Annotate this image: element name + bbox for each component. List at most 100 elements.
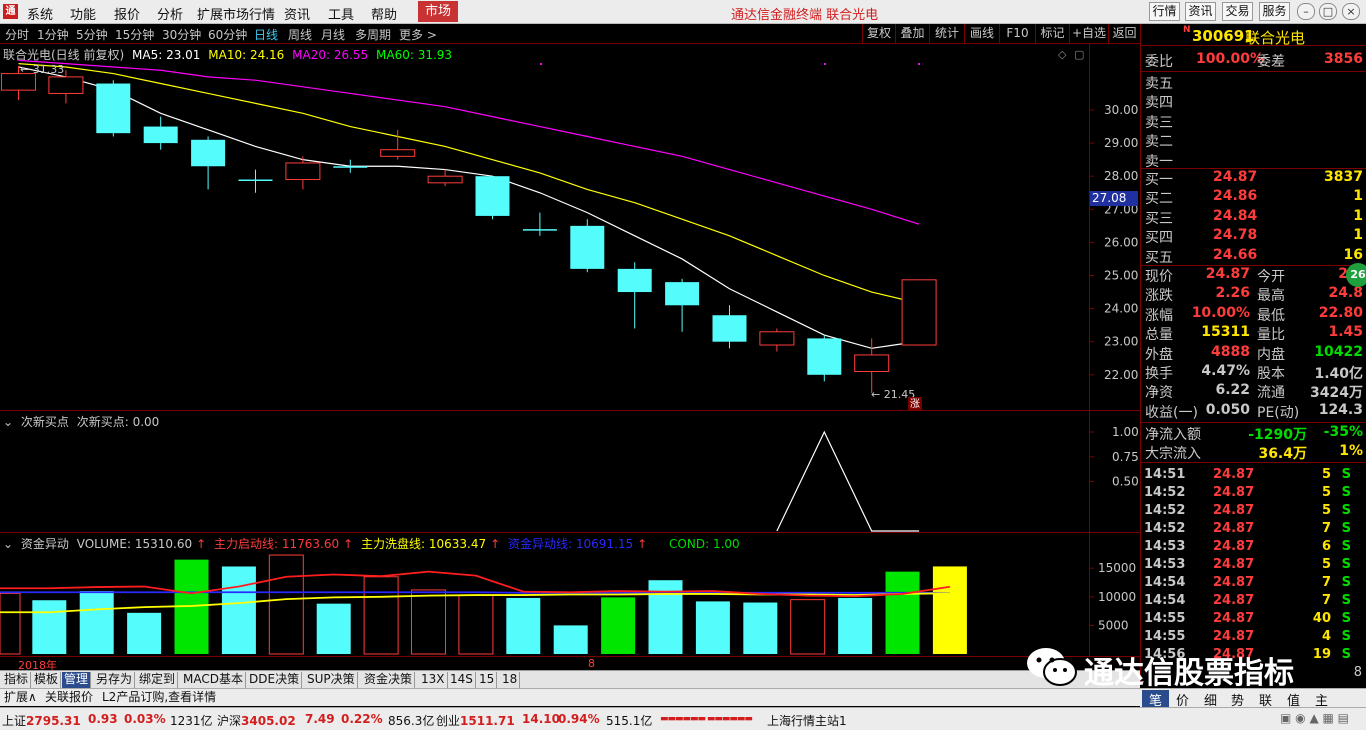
tab-dde[interactable]: DDE决策 [247,672,303,688]
minimize-icon[interactable]: – [1297,3,1315,20]
maximize-icon[interactable]: □ [1319,3,1337,20]
bid-row[interactable]: 买一 24.87 3837 [1141,169,1366,188]
close-icon[interactable]: × [1342,3,1360,20]
cy-index[interactable]: 创业1511.71 [436,712,515,729]
menu-news[interactable]: 资讯 [284,4,310,23]
menu-system[interactable]: 系统 [27,4,53,23]
tab-13x[interactable]: 13X [419,672,448,688]
tick-side: S [1341,557,1351,572]
sh-index[interactable]: 上证2795.31 [2,712,81,729]
bid-row[interactable]: 买四 24.78 1 [1141,227,1366,246]
restore-rights-button[interactable]: 复权 [862,24,895,44]
period-weekly[interactable]: 周线 [288,26,312,43]
ask-row[interactable]: 卖一 [1141,151,1366,170]
price-tag: 27.08 [1090,191,1138,206]
period-daily[interactable]: 日线 [254,26,278,43]
ask-row[interactable]: 卖四 [1141,92,1366,111]
tick-volume: 40 [1312,611,1331,626]
tick-time: 14:55 [1144,629,1186,644]
back-button[interactable]: 返回 [1108,24,1140,44]
tab-template[interactable]: 模板 [32,672,62,688]
period-more[interactable]: 更多 > [399,26,437,43]
tick-extra: 8 [1353,665,1362,680]
tab-macd[interactable]: MACD基本 [181,672,246,688]
period-monthly[interactable]: 月线 [321,26,345,43]
volume-bar [316,603,351,654]
menu-function[interactable]: 功能 [70,4,96,23]
bid-row[interactable]: 买三 24.84 1 [1141,208,1366,227]
volume-svg: 15000 10000 5000 [0,554,1136,655]
menu-quote[interactable]: 报价 [114,4,140,23]
menu-ext-market[interactable]: 扩展市场行情 [197,4,275,23]
weicha-value: 3856 [1324,51,1363,67]
menu-tools[interactable]: 工具 [328,4,354,23]
candle-body [285,162,321,181]
server-name[interactable]: 上海行情主站1 [767,712,847,729]
add-watchlist-button[interactable]: +自选 [1069,24,1108,44]
draw-button[interactable]: 画线 [964,24,999,44]
tab-manage[interactable]: 管理 [62,672,92,688]
ask-row[interactable]: 卖三 [1141,112,1366,131]
mark-button[interactable]: 标记 [1035,24,1069,44]
trade-tick-row: 14:52 24.87 5 S [1141,503,1366,521]
status-icons[interactable]: ▣ ◉ ▲ ▦ ▤ [1280,711,1349,725]
ext-toggle[interactable]: 扩展∧ [4,690,37,705]
tick-side: S [1341,629,1351,644]
f10-button[interactable]: F10 [999,24,1035,44]
ask-label: 卖四 [1145,95,1173,112]
wechat-logo-icon [1027,648,1077,686]
bid-price: 24.84 [1213,207,1258,224]
stock-name: 联合光电 [1245,29,1306,47]
indicator-panel[interactable]: ⌄ 次新买点 次新买点: 0.00 1.00 0.75 0.50 [0,411,1140,533]
tab-15[interactable]: 15 [477,672,498,688]
diamond-icon: ◇ [1058,48,1067,61]
tab-indicator[interactable]: 指标 [2,672,32,688]
volume-panel[interactable]: ⌄ 资金异动 VOLUME: 15310.60 ↑ 主力启动线: 11763.60… [0,533,1140,656]
tab-14s[interactable]: 14S [448,672,476,688]
tick-price: 24.87 [1213,593,1255,608]
service-top-button[interactable]: 服务 [1259,2,1290,21]
tick-side: S [1341,467,1351,482]
candle-body [143,126,178,144]
stat-label: 量比 [1257,327,1285,344]
overlay-button[interactable]: 叠加 [895,24,929,44]
bid-label: 买三 [1145,210,1173,227]
stat-row: 换手 4.47% 股本 1.40亿 [1141,363,1366,382]
trade-top-button[interactable]: 交易 [1222,2,1253,21]
market-button[interactable]: 市场 [418,1,458,22]
tab-fund[interactable]: 资金决策 [362,672,416,688]
menu-analysis[interactable]: 分析 [157,4,183,23]
flow-label: 大宗流入 [1145,446,1201,463]
period-1min[interactable]: 1分钟 [37,26,69,43]
indicator-line [776,430,920,532]
stats-button[interactable]: 统计 [929,24,964,44]
bid-label: 买一 [1145,172,1173,188]
menu-help[interactable]: 帮助 [371,4,397,23]
news-top-button[interactable]: 资讯 [1185,2,1216,21]
trade-tick-row: 14:54 24.87 7 S [1141,575,1366,593]
tab-sup[interactable]: SUP决策 [305,672,358,688]
period-multi[interactable]: 多周期 [355,26,391,43]
period-timeshare[interactable]: 分时 [5,26,29,43]
hs-index[interactable]: 沪深3405.02 [217,712,296,729]
stat-value: 24.87 [1205,266,1250,282]
period-30min[interactable]: 30分钟 [162,26,201,43]
tick-price: 24.87 [1213,575,1255,590]
bid-row[interactable]: 买五 24.66 16 [1141,247,1366,266]
tab-save-as[interactable]: 另存为 [94,672,136,688]
tab-bind-to[interactable]: 绑定到 [137,672,179,688]
tab-18[interactable]: 18 [500,672,521,688]
ask-row[interactable]: 卖五 [1141,73,1366,92]
period-15min[interactable]: 15分钟 [115,26,154,43]
related-quote-tab[interactable]: 关联报价 [45,690,93,705]
tick-time: 14:54 [1144,593,1186,608]
period-60min[interactable]: 60分钟 [208,26,247,43]
l2-order-link[interactable]: L2产品订购,查看详情 [102,690,216,705]
quote-top-button[interactable]: 行情 [1149,2,1180,21]
ask-row[interactable]: 卖二 [1141,131,1366,150]
kline-chart-panel[interactable]: 联合光电(日线 前复权) MA5: 23.01 MA10: 24.16 MA20… [0,44,1140,411]
period-5min[interactable]: 5分钟 [76,26,108,43]
period-toolbar: 分时 1分钟 5分钟 15分钟 30分钟 60分钟 日线 周线 月线 多周期 更… [0,24,1140,44]
bid-row[interactable]: 买二 24.86 1 [1141,188,1366,207]
hs-change: 7.49 [305,712,335,726]
